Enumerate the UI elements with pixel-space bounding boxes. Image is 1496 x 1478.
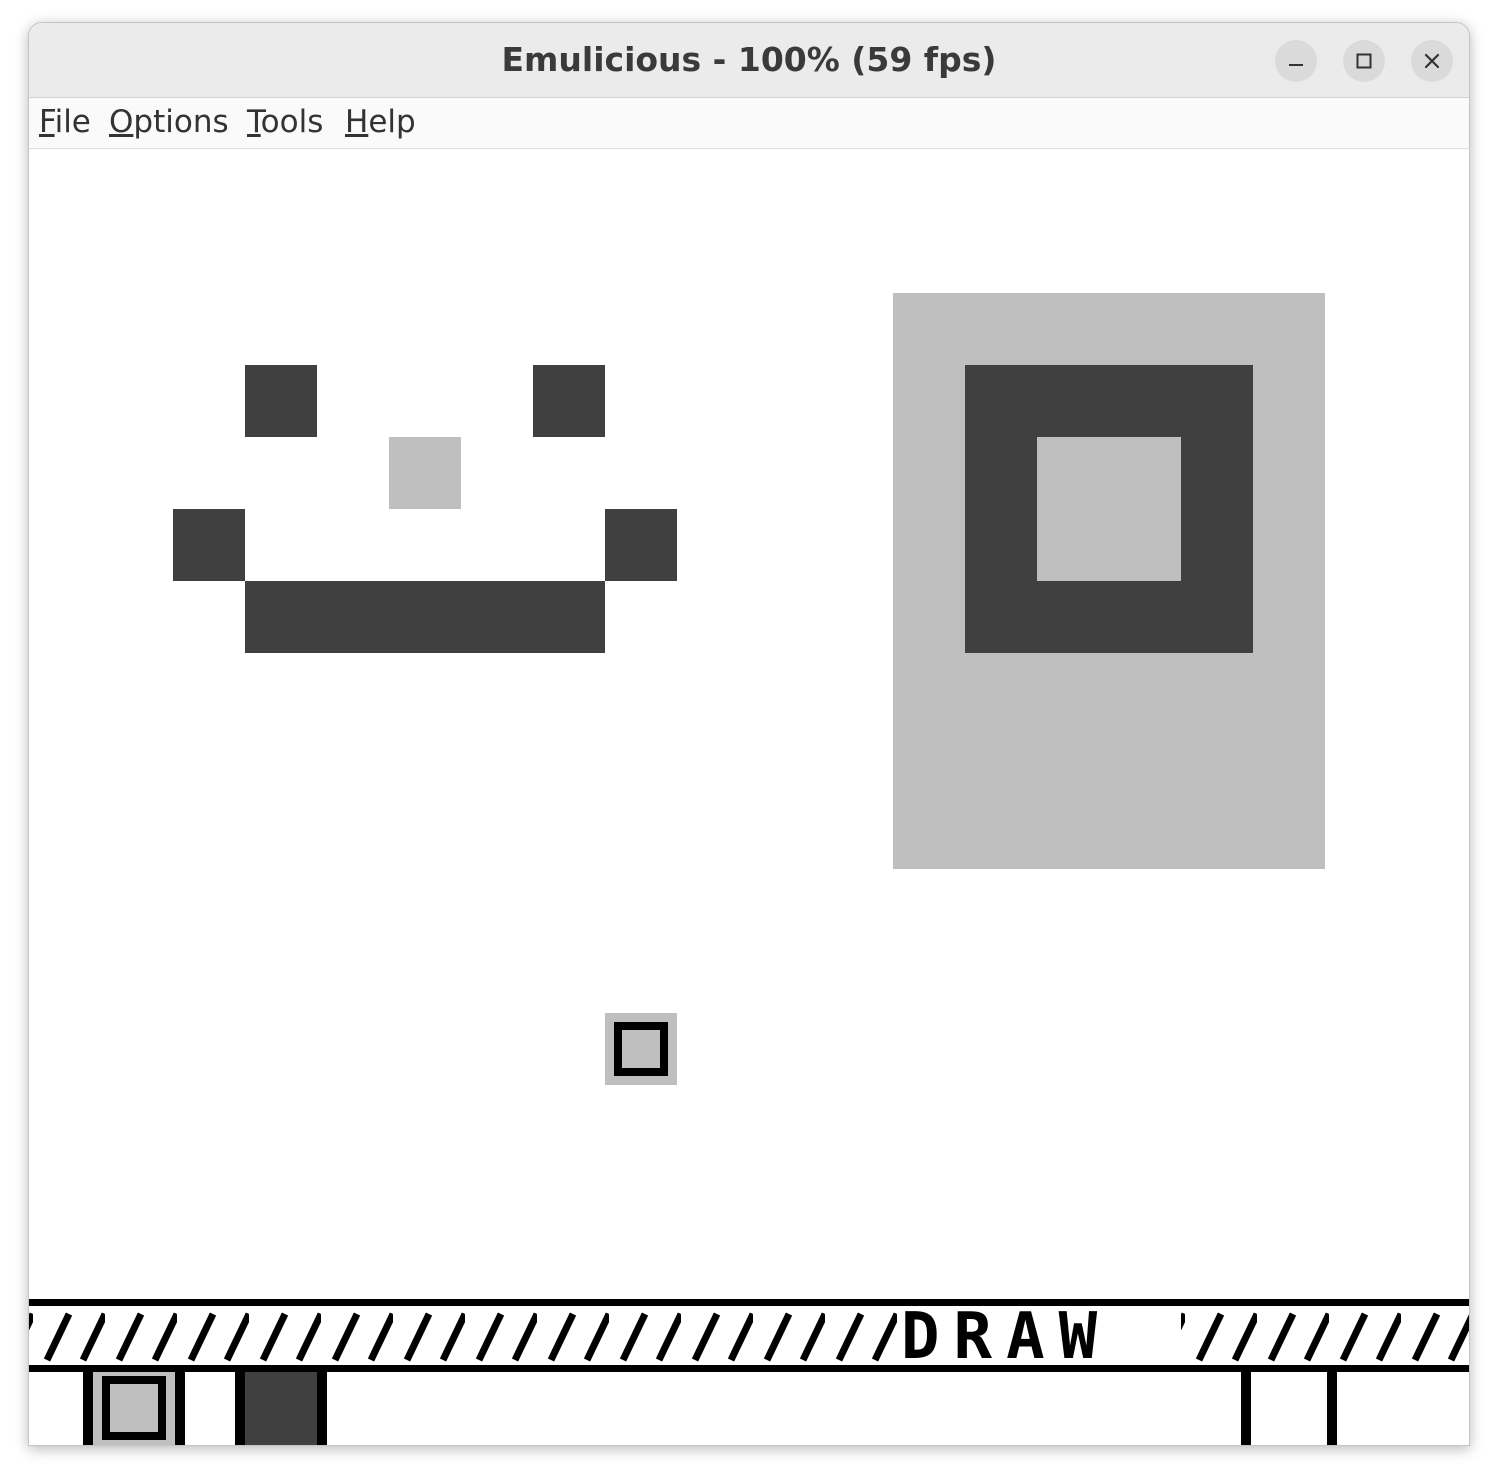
hud-slot-divider [1327,1372,1337,1445]
hud-slot-divider [317,1372,327,1445]
smiley-mouth-right-corner [605,509,677,581]
square-tool-icon [102,1376,166,1440]
hud-color-swatch-dark[interactable] [245,1372,317,1445]
title-bar[interactable]: Emulicious - 100% (59 fps) [29,23,1469,98]
drawing-cursor[interactable] [605,1013,677,1085]
hud-mode-label: DRAW [901,1300,1112,1374]
hud-hatch-pattern [29,1306,1469,1366]
inner-light-square [1037,437,1181,581]
minimize-button[interactable] [1275,40,1317,82]
close-icon [1424,53,1440,69]
hud-slot-divider [1241,1372,1251,1445]
menu-tools[interactable]: Tools [247,104,323,140]
hud-slot-divider [235,1372,245,1445]
smiley-mouth [245,581,605,653]
minimize-icon [1289,64,1303,66]
hud-slot-divider [83,1372,93,1445]
hud-top-border [29,1299,1469,1306]
emulator-window: Emulicious - 100% (59 fps) File Options … [28,22,1470,1446]
hud-tool-slot-selected[interactable] [93,1372,175,1445]
menu-bar: File Options Tools Help [29,98,1469,149]
smiley-nose [389,437,461,509]
game-hud: DRAW [29,1299,1469,1445]
menu-options[interactable]: Options [109,104,229,140]
maximize-icon [1356,53,1372,69]
maximize-button[interactable] [1343,40,1385,82]
smiley-right-eye [533,365,605,437]
menu-help[interactable]: Help [345,104,416,140]
close-button[interactable] [1411,40,1453,82]
smiley-left-eye [245,365,317,437]
smiley-mouth-left-corner [173,509,245,581]
hud-slot-divider [175,1372,185,1445]
window-title: Emulicious - 100% (59 fps) [501,40,997,79]
hud-middle-border [29,1365,1469,1372]
menu-file[interactable]: File [39,104,91,140]
game-screen[interactable]: DRAW [29,149,1469,1445]
cursor-square-icon [614,1022,668,1076]
